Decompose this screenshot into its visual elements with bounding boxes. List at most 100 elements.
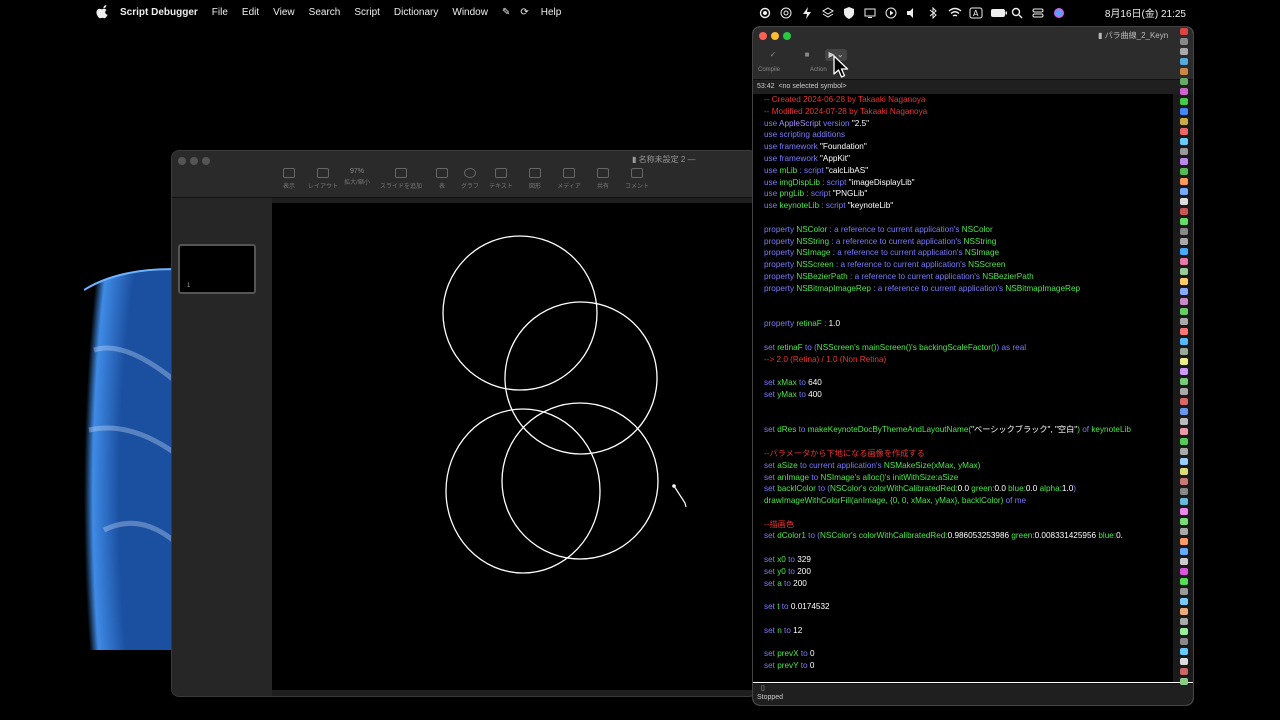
strip-icon[interactable] [1180,108,1188,115]
symbol-selector[interactable]: <no selected symbol> [779,83,847,90]
code-line[interactable] [753,542,1173,554]
strip-icon[interactable] [1180,678,1188,685]
code-line[interactable]: set backlColor to (NSColor's colorWithCa… [753,483,1173,495]
code-line[interactable]: property NSScreen : a reference to curre… [753,259,1173,271]
code-line[interactable] [753,401,1173,413]
stop-button[interactable]: ■ [800,49,814,61]
script-menu-icon[interactable]: ✎ [502,7,510,18]
menu-view[interactable]: View [273,7,295,18]
tool-layout[interactable]: レイアウト [306,168,340,190]
strip-icon[interactable] [1180,638,1188,645]
strip-icon[interactable] [1180,58,1188,65]
strip-icon[interactable] [1180,138,1188,145]
strip-icon[interactable] [1180,538,1188,545]
strip-icon[interactable] [1180,618,1188,625]
layers-icon[interactable] [822,6,834,18]
strip-icon[interactable] [1180,338,1188,345]
zoom-button[interactable] [202,157,210,165]
code-line[interactable]: property NSString : a reference to curre… [753,236,1173,248]
bluetooth-icon[interactable] [927,6,939,20]
code-line[interactable] [753,365,1173,377]
close-button[interactable] [178,157,186,165]
menu-window[interactable]: Window [452,7,488,18]
strip-icon[interactable] [1180,298,1188,305]
strip-icon[interactable] [1180,528,1188,535]
tool-zoom[interactable]: 97% 拡大/縮小 [340,168,374,190]
strip-icon[interactable] [1180,228,1188,235]
menu-dictionary[interactable]: Dictionary [394,7,438,18]
code-line[interactable]: set n to 12 [753,625,1173,637]
slide-canvas[interactable] [272,203,756,690]
strip-icon[interactable] [1180,328,1188,335]
strip-icon[interactable] [1180,568,1188,575]
strip-icon[interactable] [1180,418,1188,425]
strip-icon[interactable] [1180,248,1188,255]
code-line[interactable]: set prevX to 0 [753,648,1173,660]
strip-icon[interactable] [1180,388,1188,395]
strip-icon[interactable] [1180,348,1188,355]
tool-add-slide[interactable]: スライドを追加 [374,168,428,190]
code-line[interactable]: property NSColor : a reference to curren… [753,224,1173,236]
siri-icon[interactable] [1053,6,1065,18]
code-line[interactable]: use keynoteLib : script "keynoteLib" [753,200,1173,212]
code-line[interactable]: set retinaF to (NSScreen's mainScreen()'… [753,342,1173,354]
strip-icon[interactable] [1180,38,1188,45]
code-line[interactable]: use framework "Foundation" [753,141,1173,153]
strip-icon[interactable] [1180,188,1188,195]
tool-view[interactable]: 表示 [272,168,306,190]
cast-icon[interactable] [780,6,792,19]
tool-share[interactable]: 共有 [586,168,620,190]
strip-icon[interactable] [1180,438,1188,445]
symbol-bar[interactable]: 53:42 <no selected symbol> [753,79,1193,95]
strip-icon[interactable] [1180,28,1188,35]
menubar-clock[interactable]: 8月16日(金) 21:25 [1105,5,1186,20]
code-line[interactable]: property NSImage : a reference to curren… [753,247,1173,259]
strip-icon[interactable] [1180,98,1188,105]
code-line[interactable]: use framework "AppKit" [753,153,1173,165]
record-icon[interactable] [759,6,771,19]
code-line[interactable]: use scripting additions [753,129,1173,141]
trash-icon[interactable]: ▯ [761,684,765,692]
code-line[interactable]: use imgDispLib : script "imageDisplayLib… [753,177,1173,189]
strip-icon[interactable] [1180,478,1188,485]
strip-icon[interactable] [1180,508,1188,515]
strip-icon[interactable] [1180,258,1188,265]
strip-icon[interactable] [1180,518,1188,525]
code-line[interactable] [753,436,1173,448]
apple-icon[interactable] [96,5,110,19]
strip-icon[interactable] [1180,658,1188,665]
code-line[interactable]: set aSize to current application's NSMak… [753,460,1173,472]
strip-icon[interactable] [1180,48,1188,55]
menu-search[interactable]: Search [309,7,341,18]
control-center-icon[interactable] [1032,6,1044,18]
strip-icon[interactable] [1180,458,1188,465]
strip-icon[interactable] [1180,488,1188,495]
menu-help[interactable]: Help [541,7,562,18]
code-line[interactable] [753,306,1173,318]
code-line[interactable]: -- Created 2024-06-28 by Takaaki Naganoy… [753,94,1173,106]
strip-icon[interactable] [1180,78,1188,85]
strip-icon[interactable] [1180,278,1188,285]
code-line[interactable] [753,295,1173,307]
strip-icon[interactable] [1180,378,1188,385]
code-line[interactable]: set t to 0.0174532 [753,601,1173,613]
code-line[interactable]: set prevY to 0 [753,660,1173,672]
tool-text[interactable]: テキスト [484,168,518,190]
play-icon[interactable] [885,6,897,19]
code-line[interactable]: set x0 to 329 [753,554,1173,566]
code-line[interactable] [753,507,1173,519]
battery-icon[interactable] [990,6,1007,18]
code-line[interactable]: set yMax to 400 [753,389,1173,401]
search-icon[interactable] [1011,6,1023,19]
code-line[interactable]: use pngLib : script "PNGLib" [753,188,1173,200]
strip-icon[interactable] [1180,588,1188,595]
code-line[interactable]: set dRes to makeKeynoteDocByThemeAndLayo… [753,424,1173,436]
code-line[interactable]: -- Modified 2024-07-28 by Takaaki Nagano… [753,106,1173,118]
tool-media[interactable]: メディア [552,168,586,190]
code-line[interactable]: set dColor1 to (NSColor's colorWithCalib… [753,530,1173,542]
minimize-button[interactable] [190,157,198,165]
menu-app-name[interactable]: Script Debugger [120,7,198,18]
code-line[interactable] [753,613,1173,625]
code-line[interactable]: property retinaF : 1.0 [753,318,1173,330]
strip-icon[interactable] [1180,668,1188,675]
